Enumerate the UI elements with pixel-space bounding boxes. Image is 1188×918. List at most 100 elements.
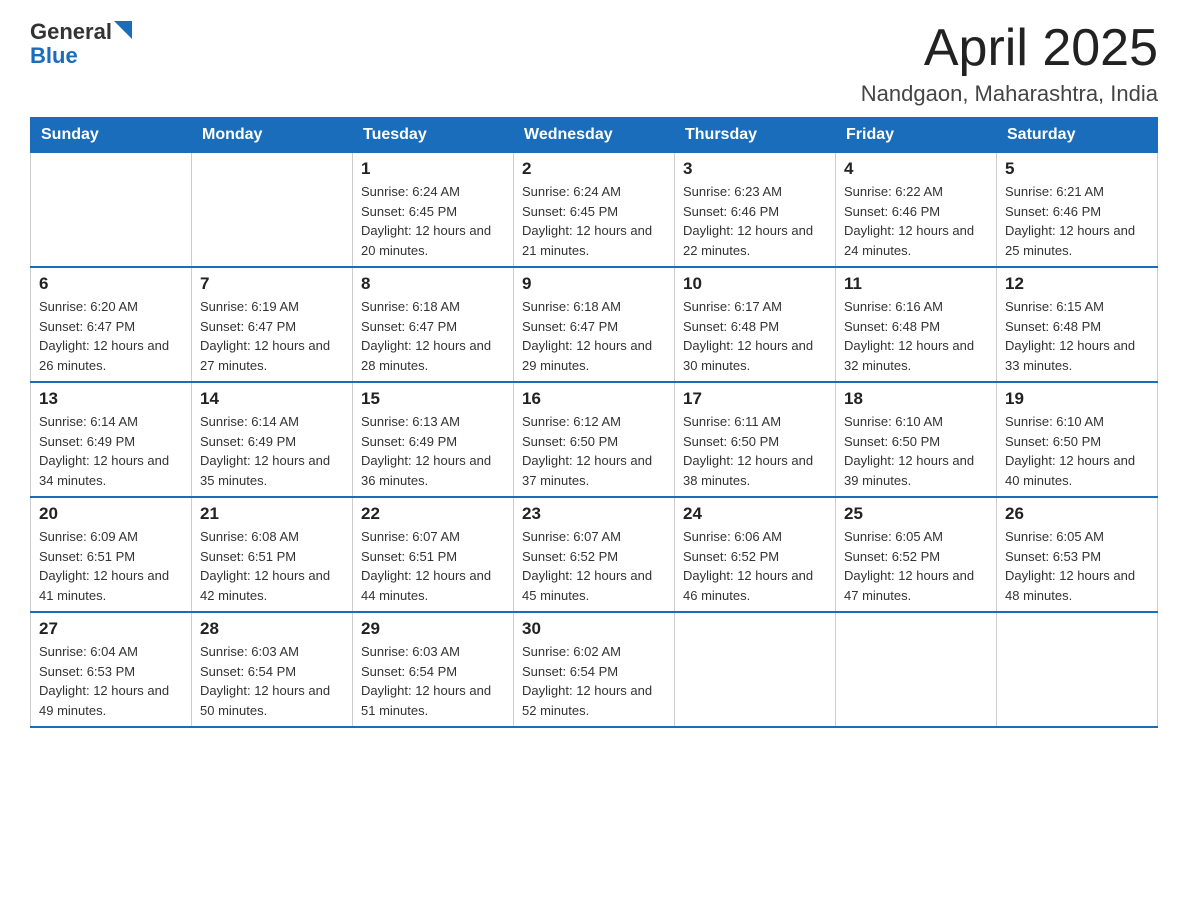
calendar-table: SundayMondayTuesdayWednesdayThursdayFrid… (30, 117, 1158, 728)
calendar-cell: 9 Sunrise: 6:18 AMSunset: 6:47 PMDaylight… (514, 267, 675, 382)
day-number: 16 (522, 389, 666, 409)
day-info: Sunrise: 6:11 AMSunset: 6:50 PMDaylight:… (683, 412, 827, 490)
calendar-cell: 27 Sunrise: 6:04 AMSunset: 6:53 PMDayligh… (31, 612, 192, 727)
calendar-cell: 11Sunrise: 6:16 AMSunset: 6:48 PMDayligh… (836, 267, 997, 382)
calendar-cell: 12Sunrise: 6:15 AMSunset: 6:48 PMDayligh… (997, 267, 1158, 382)
day-info: Sunrise: 6:20 AMSunset: 6:47 PMDaylight:… (39, 297, 183, 375)
day-number: 18 (844, 389, 988, 409)
calendar-cell: 19Sunrise: 6:10 AMSunset: 6:50 PMDayligh… (997, 382, 1158, 497)
day-number: 15 (361, 389, 505, 409)
calendar-cell: 26 Sunrise: 6:05 AMSunset: 6:53 PMDayligh… (997, 497, 1158, 612)
day-number: 24 (683, 504, 827, 524)
day-number: 25 (844, 504, 988, 524)
calendar-cell: 3Sunrise: 6:23 AMSunset: 6:46 PMDaylight… (675, 153, 836, 268)
day-number: 10 (683, 274, 827, 294)
day-info: Sunrise: 6:18 AMSunset: 6:47 PMDaylight:… (522, 297, 666, 375)
day-info: Sunrise: 6:04 AMSunset: 6:53 PMDaylight:… (39, 642, 183, 720)
calendar-cell: 29 Sunrise: 6:03 AMSunset: 6:54 PMDayligh… (353, 612, 514, 727)
calendar-cell: 8 Sunrise: 6:18 AMSunset: 6:47 PMDaylight… (353, 267, 514, 382)
day-number: 28 (200, 619, 344, 639)
calendar-week-3: 13 Sunrise: 6:14 AMSunset: 6:49 PMDayligh… (31, 382, 1158, 497)
title-area: April 2025 Nandgaon, Maharashtra, India (861, 20, 1158, 107)
calendar-cell: 21 Sunrise: 6:08 AMSunset: 6:51 PMDayligh… (192, 497, 353, 612)
day-info: Sunrise: 6:19 AMSunset: 6:47 PMDaylight:… (200, 297, 344, 375)
calendar-cell: 24 Sunrise: 6:06 AMSunset: 6:52 PMDayligh… (675, 497, 836, 612)
calendar-cell: 14Sunrise: 6:14 AMSunset: 6:49 PMDayligh… (192, 382, 353, 497)
calendar-week-2: 6 Sunrise: 6:20 AMSunset: 6:47 PMDaylight… (31, 267, 1158, 382)
day-info: Sunrise: 6:18 AMSunset: 6:47 PMDaylight:… (361, 297, 505, 375)
day-number: 29 (361, 619, 505, 639)
day-info: Sunrise: 6:16 AMSunset: 6:48 PMDaylight:… (844, 297, 988, 375)
day-number: 6 (39, 274, 183, 294)
calendar-cell: 4Sunrise: 6:22 AMSunset: 6:46 PMDaylight… (836, 153, 997, 268)
day-info: Sunrise: 6:03 AMSunset: 6:54 PMDaylight:… (361, 642, 505, 720)
calendar-cell: 2 Sunrise: 6:24 AMSunset: 6:45 PMDaylight… (514, 153, 675, 268)
calendar-cell: 28 Sunrise: 6:03 AMSunset: 6:54 PMDayligh… (192, 612, 353, 727)
day-info: Sunrise: 6:05 AMSunset: 6:52 PMDaylight:… (844, 527, 988, 605)
calendar-cell: 16 Sunrise: 6:12 AMSunset: 6:50 PMDayligh… (514, 382, 675, 497)
day-number: 7 (200, 274, 344, 294)
page-header: General Blue April 2025 Nandgaon, Mahara… (30, 20, 1158, 107)
calendar-cell: 7 Sunrise: 6:19 AMSunset: 6:47 PMDaylight… (192, 267, 353, 382)
month-title: April 2025 (861, 20, 1158, 77)
calendar-cell (31, 153, 192, 268)
day-number: 22 (361, 504, 505, 524)
weekday-header-monday: Monday (192, 118, 353, 153)
calendar-cell: 30 Sunrise: 6:02 AMSunset: 6:54 PMDayligh… (514, 612, 675, 727)
day-number: 9 (522, 274, 666, 294)
day-number: 8 (361, 274, 505, 294)
day-number: 23 (522, 504, 666, 524)
calendar-cell: 20Sunrise: 6:09 AMSunset: 6:51 PMDayligh… (31, 497, 192, 612)
day-number: 30 (522, 619, 666, 639)
day-info: Sunrise: 6:14 AMSunset: 6:49 PMDaylight:… (39, 412, 183, 490)
calendar-cell (192, 153, 353, 268)
calendar-cell: 10 Sunrise: 6:17 AMSunset: 6:48 PMDayligh… (675, 267, 836, 382)
day-info: Sunrise: 6:17 AMSunset: 6:48 PMDaylight:… (683, 297, 827, 375)
day-info: Sunrise: 6:13 AMSunset: 6:49 PMDaylight:… (361, 412, 505, 490)
day-info: Sunrise: 6:10 AMSunset: 6:50 PMDaylight:… (844, 412, 988, 490)
day-info: Sunrise: 6:24 AMSunset: 6:45 PMDaylight:… (361, 182, 505, 260)
day-info: Sunrise: 6:06 AMSunset: 6:52 PMDaylight:… (683, 527, 827, 605)
day-info: Sunrise: 6:14 AMSunset: 6:49 PMDaylight:… (200, 412, 344, 490)
calendar-cell: 5Sunrise: 6:21 AMSunset: 6:46 PMDaylight… (997, 153, 1158, 268)
calendar-cell: 25 Sunrise: 6:05 AMSunset: 6:52 PMDayligh… (836, 497, 997, 612)
weekday-header-saturday: Saturday (997, 118, 1158, 153)
day-info: Sunrise: 6:08 AMSunset: 6:51 PMDaylight:… (200, 527, 344, 605)
logo-text-general: General (30, 20, 112, 44)
weekday-header-tuesday: Tuesday (353, 118, 514, 153)
day-number: 20 (39, 504, 183, 524)
day-number: 19 (1005, 389, 1149, 409)
weekday-header-wednesday: Wednesday (514, 118, 675, 153)
day-number: 27 (39, 619, 183, 639)
calendar-cell: 13 Sunrise: 6:14 AMSunset: 6:49 PMDayligh… (31, 382, 192, 497)
day-info: Sunrise: 6:07 AMSunset: 6:51 PMDaylight:… (361, 527, 505, 605)
day-number: 17 (683, 389, 827, 409)
day-info: Sunrise: 6:05 AMSunset: 6:53 PMDaylight:… (1005, 527, 1149, 605)
day-number: 2 (522, 159, 666, 179)
logo: General Blue (30, 20, 132, 68)
day-info: Sunrise: 6:12 AMSunset: 6:50 PMDaylight:… (522, 412, 666, 490)
day-number: 13 (39, 389, 183, 409)
calendar-cell: 22 Sunrise: 6:07 AMSunset: 6:51 PMDayligh… (353, 497, 514, 612)
day-info: Sunrise: 6:02 AMSunset: 6:54 PMDaylight:… (522, 642, 666, 720)
day-number: 26 (1005, 504, 1149, 524)
day-info: Sunrise: 6:07 AMSunset: 6:52 PMDaylight:… (522, 527, 666, 605)
day-info: Sunrise: 6:15 AMSunset: 6:48 PMDaylight:… (1005, 297, 1149, 375)
day-number: 1 (361, 159, 505, 179)
logo-triangle-icon (114, 21, 132, 39)
calendar-cell: 18 Sunrise: 6:10 AMSunset: 6:50 PMDayligh… (836, 382, 997, 497)
weekday-header-friday: Friday (836, 118, 997, 153)
location: Nandgaon, Maharashtra, India (861, 81, 1158, 107)
calendar-cell (997, 612, 1158, 727)
day-number: 3 (683, 159, 827, 179)
day-number: 5 (1005, 159, 1149, 179)
calendar-cell: 15 Sunrise: 6:13 AMSunset: 6:49 PMDayligh… (353, 382, 514, 497)
calendar-week-1: 1 Sunrise: 6:24 AMSunset: 6:45 PMDaylight… (31, 153, 1158, 268)
logo-text-blue: Blue (30, 43, 78, 68)
calendar-cell (675, 612, 836, 727)
day-number: 21 (200, 504, 344, 524)
day-info: Sunrise: 6:22 AMSunset: 6:46 PMDaylight:… (844, 182, 988, 260)
calendar-cell (836, 612, 997, 727)
day-info: Sunrise: 6:03 AMSunset: 6:54 PMDaylight:… (200, 642, 344, 720)
day-info: Sunrise: 6:24 AMSunset: 6:45 PMDaylight:… (522, 182, 666, 260)
